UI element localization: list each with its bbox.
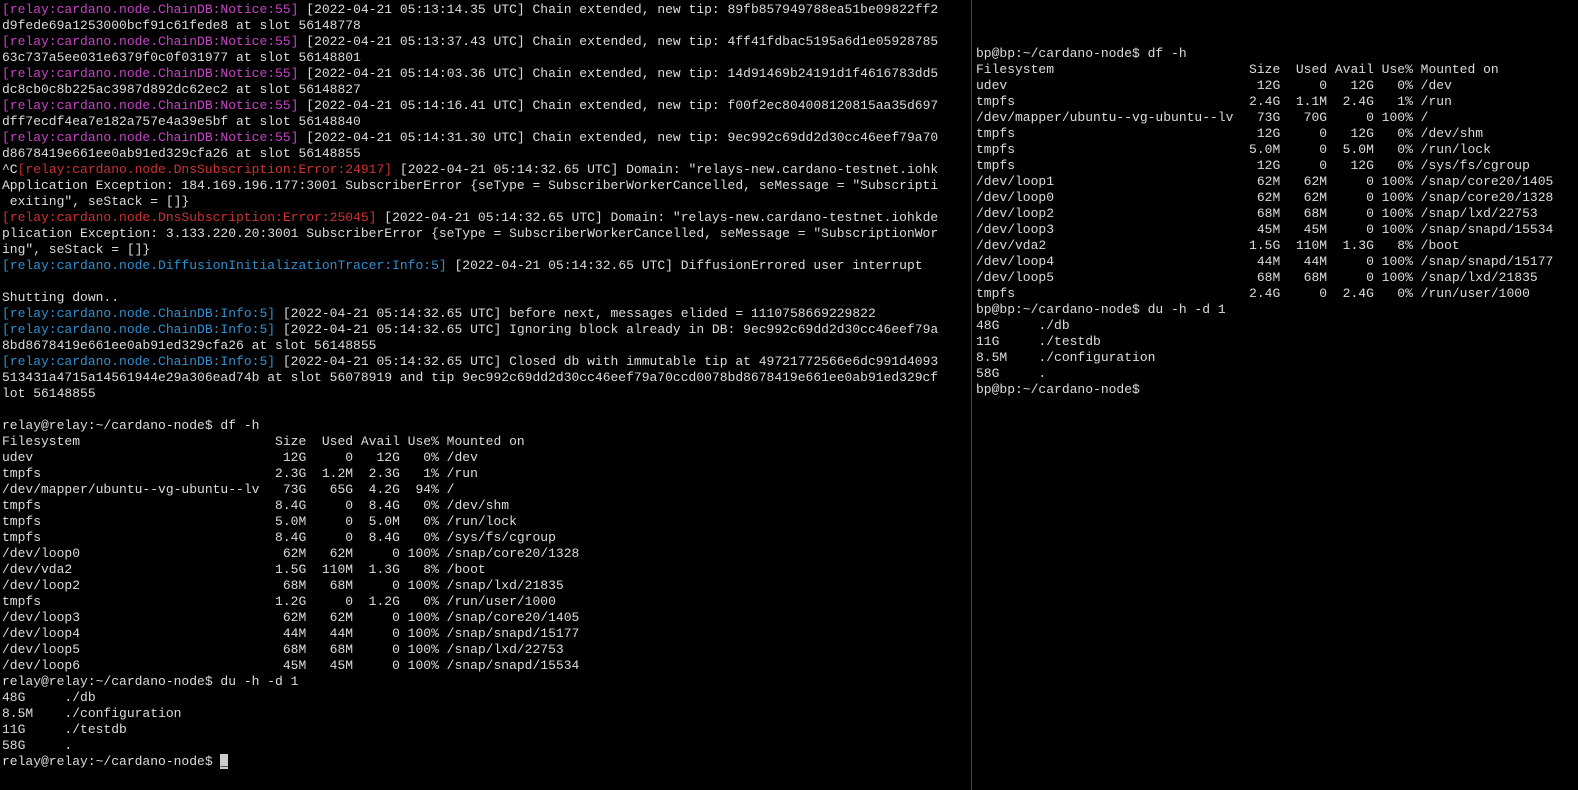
df-row: tmpfs 2.4G 0 2.4G 0% /run/user/1000: [976, 286, 1530, 301]
du-row: 8.5M ./configuration: [2, 706, 181, 721]
du-row: 11G ./testdb: [2, 722, 127, 737]
log-tag: [relay:cardano.node.ChainDB:Info:5]: [2, 306, 275, 321]
df-row: udev 12G 0 12G 0% /dev: [976, 78, 1452, 93]
log-tag: [relay:cardano.node.DnsSubscription:Erro…: [2, 210, 376, 225]
log-timestamp: [2022-04-21 05:14:32.65 UTC]: [455, 258, 673, 273]
df-row: /dev/loop4 44M 44M 0 100% /snap/snapd/15…: [976, 254, 1553, 269]
log-timestamp: [2022-04-21 05:14:32.65 UTC]: [283, 306, 501, 321]
log-continuation: 8bd8678419e661ee0ab91ed329cfa26 at slot …: [2, 338, 376, 353]
df-row: tmpfs 1.2G 0 1.2G 0% /run/user/1000: [2, 594, 556, 609]
interrupt-marker: ^C: [2, 162, 18, 177]
log-continuation: dff7ecdf4ea7e182a757e4a39e5bf at slot 56…: [2, 114, 361, 129]
df-row: /dev/loop6 45M 45M 0 100% /snap/snapd/15…: [2, 658, 579, 673]
log-tag: [relay:cardano.node.ChainDB:Notice:55]: [2, 34, 298, 49]
df-row: /dev/loop0 62M 62M 0 100% /snap/core20/1…: [976, 190, 1553, 205]
log-continuation: 513431a4715a14561944e29a306ead74b at slo…: [2, 370, 938, 385]
log-continuation: lot 56148855: [2, 386, 96, 401]
log-message: DiffusionErrored user interrupt: [673, 258, 923, 273]
log-continuation: d9fede69a1253000bcf91c61fede8 at slot 56…: [2, 18, 361, 33]
log-message: Closed db with immutable tip at 49721772…: [501, 354, 938, 369]
log-message: before next, messages elided = 111075866…: [501, 306, 875, 321]
log-timestamp: [2022-04-21 05:14:32.65 UTC]: [384, 210, 602, 225]
log-message: Chain extended, new tip: 9ec992c69dd2d30…: [525, 130, 938, 145]
df-row: /dev/vda2 1.5G 110M 1.3G 8% /boot: [2, 562, 486, 577]
log-message: Chain extended, new tip: 89fb857949788ea…: [525, 2, 938, 17]
log-tag: [relay:cardano.node.ChainDB:Info:5]: [2, 322, 275, 337]
df-row: /dev/loop5 68M 68M 0 100% /snap/lxd/2183…: [976, 270, 1538, 285]
log-message: Chain extended, new tip: f00f2ec80400812…: [525, 98, 938, 113]
log-message: Domain: "relays-new.cardano-testnet.iohk…: [603, 210, 938, 225]
log-tag: [relay:cardano.node.ChainDB:Notice:55]: [2, 98, 298, 113]
shell-prompt: relay@relay:~/cardano-node$ df -h: [2, 418, 259, 433]
log-tag: [relay:cardano.node.ChainDB:Notice:55]: [2, 130, 298, 145]
du-row: 58G .: [2, 738, 72, 753]
df-row: /dev/loop3 45M 45M 0 100% /snap/snapd/15…: [976, 222, 1553, 237]
log-tag: [relay:cardano.node.DnsSubscription:Erro…: [18, 162, 392, 177]
log-timestamp: [2022-04-21 05:14:32.65 UTC]: [283, 322, 501, 337]
du-row: 8.5M ./configuration: [976, 350, 1155, 365]
log-timestamp: [2022-04-21 05:14:32.65 UTC]: [283, 354, 501, 369]
df-header: Filesystem Size Used Avail Use% Mounted …: [976, 62, 1499, 77]
log-continuation: Application Exception: 184.169.196.177:3…: [2, 178, 938, 193]
log-timestamp: [2022-04-21 05:13:14.35 UTC]: [306, 2, 524, 17]
shell-prompt: bp@bp:~/cardano-node$ du -h -d 1: [976, 302, 1226, 317]
df-row: /dev/loop4 44M 44M 0 100% /snap/snapd/15…: [2, 626, 579, 641]
df-row: /dev/loop0 62M 62M 0 100% /snap/core20/1…: [2, 546, 579, 561]
log-timestamp: [2022-04-21 05:13:37.43 UTC]: [306, 34, 524, 49]
df-row: tmpfs 12G 0 12G 0% /dev/shm: [976, 126, 1483, 141]
df-row: tmpfs 2.3G 1.2M 2.3G 1% /run: [2, 466, 478, 481]
du-row: 48G ./db: [976, 318, 1070, 333]
df-row: tmpfs 5.0M 0 5.0M 0% /run/lock: [976, 142, 1491, 157]
df-row: /dev/loop3 62M 62M 0 100% /snap/core20/1…: [2, 610, 579, 625]
log-tag: [relay:cardano.node.DiffusionInitializat…: [2, 258, 447, 273]
shell-prompt[interactable]: relay@relay:~/cardano-node$: [2, 754, 220, 769]
log-tag: [relay:cardano.node.ChainDB:Info:5]: [2, 354, 275, 369]
df-row: /dev/mapper/ubuntu--vg-ubuntu--lv 73G 65…: [2, 482, 454, 497]
log-continuation: ing", seStack = []}: [2, 242, 150, 257]
df-row: udev 12G 0 12G 0% /dev: [2, 450, 478, 465]
log-timestamp: [2022-04-21 05:14:31.30 UTC]: [306, 130, 524, 145]
log-message: Chain extended, new tip: 4ff41fdbac5195a…: [525, 34, 938, 49]
df-header: Filesystem Size Used Avail Use% Mounted …: [2, 434, 525, 449]
df-row: tmpfs 12G 0 12G 0% /sys/fs/cgroup: [976, 158, 1530, 173]
log-timestamp: [2022-04-21 05:14:16.41 UTC]: [306, 98, 524, 113]
log-message: Chain extended, new tip: 14d91469b24191d…: [525, 66, 938, 81]
cursor: _: [220, 754, 228, 769]
df-row: tmpfs 5.0M 0 5.0M 0% /run/lock: [2, 514, 517, 529]
shell-prompt: relay@relay:~/cardano-node$ du -h -d 1: [2, 674, 298, 689]
df-row: /dev/loop2 68M 68M 0 100% /snap/lxd/2275…: [976, 206, 1538, 221]
log-message: Ignoring block already in DB: 9ec992c69d…: [501, 322, 938, 337]
shell-prompt: bp@bp:~/cardano-node$ df -h: [976, 46, 1187, 61]
df-row: /dev/loop2 68M 68M 0 100% /snap/lxd/2183…: [2, 578, 564, 593]
df-row: /dev/loop1 62M 62M 0 100% /snap/core20/1…: [976, 174, 1553, 189]
log-timestamp: [2022-04-21 05:14:03.36 UTC]: [306, 66, 524, 81]
log-continuation: Shutting down..: [2, 290, 119, 305]
log-continuation: plication Exception: 3.133.220.20:3001 S…: [2, 226, 938, 241]
df-row: /dev/mapper/ubuntu--vg-ubuntu--lv 73G 70…: [976, 110, 1428, 125]
log-continuation: exiting", seStack = []}: [2, 194, 189, 209]
log-timestamp: [2022-04-21 05:14:32.65 UTC]: [400, 162, 618, 177]
df-row: tmpfs 8.4G 0 8.4G 0% /dev/shm: [2, 498, 509, 513]
log-continuation: d8678419e661ee0ab91ed329cfa26 at slot 56…: [2, 146, 361, 161]
du-row: 11G ./testdb: [976, 334, 1101, 349]
log-continuation: 63c737a5ee031e6379f0c0f031977 at slot 56…: [2, 50, 361, 65]
log-tag: [relay:cardano.node.ChainDB:Notice:55]: [2, 66, 298, 81]
shell-prompt[interactable]: bp@bp:~/cardano-node$: [976, 382, 1140, 397]
log-message: Domain: "relays-new.cardano-testnet.iohk: [618, 162, 938, 177]
du-row: 48G ./db: [2, 690, 96, 705]
df-row: /dev/loop5 68M 68M 0 100% /snap/lxd/2275…: [2, 642, 564, 657]
log-tag: [relay:cardano.node.ChainDB:Notice:55]: [2, 2, 298, 17]
log-continuation: dc8cb0c8b225ac3987d892dc62ec2 at slot 56…: [2, 82, 361, 97]
terminal-pane-right[interactable]: bp@bp:~/cardano-node$ df -h Filesystem S…: [972, 0, 1577, 790]
terminal-pane-left[interactable]: [relay:cardano.node.ChainDB:Notice:55] […: [0, 0, 972, 790]
du-row: 58G .: [976, 366, 1046, 381]
df-row: /dev/vda2 1.5G 110M 1.3G 8% /boot: [976, 238, 1460, 253]
df-row: tmpfs 2.4G 1.1M 2.4G 1% /run: [976, 94, 1452, 109]
df-row: tmpfs 8.4G 0 8.4G 0% /sys/fs/cgroup: [2, 530, 556, 545]
